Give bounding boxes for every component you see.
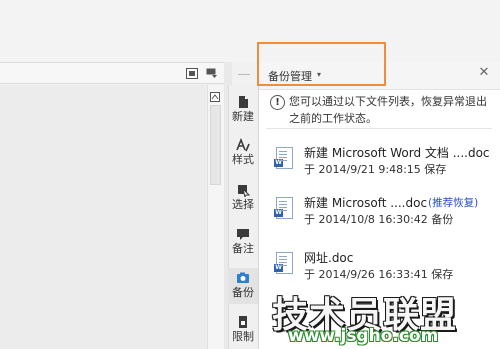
file-meta: 于 2014/10/8 16:30:42 备份 <box>304 213 454 226</box>
word-doc-icon: W <box>274 197 293 219</box>
file-name: 网址.doc <box>304 251 354 265</box>
tool-style[interactable]: 样式 <box>228 138 258 172</box>
tool-restrict[interactable]: 限制 <box>228 315 258 349</box>
word-doc-icon: W <box>274 147 293 169</box>
backup-icon <box>237 272 249 283</box>
view-icon[interactable] <box>186 68 198 79</box>
tool-new-label: 新建 <box>232 110 254 123</box>
ruler-icon[interactable] <box>210 92 220 102</box>
tool-restrict-label: 限制 <box>232 330 254 343</box>
pane-toggle-icon[interactable] <box>206 68 218 79</box>
tool-comment[interactable]: 备注 <box>228 227 258 261</box>
divider <box>266 128 492 129</box>
recommended-recover-link[interactable]: (推荐恢复) <box>428 195 478 210</box>
tool-backup[interactable]: 备份 <box>228 268 258 304</box>
tool-new[interactable]: 新建 <box>228 95 258 129</box>
word-doc-icon: W <box>274 252 293 274</box>
watermark-url-text: www.jsgho.com <box>288 326 439 346</box>
tool-comment-label: 备注 <box>232 242 254 255</box>
scrollbar-thumb[interactable] <box>210 105 221 185</box>
backup-file-item[interactable]: W 新建 Microsoft ....doc (推荐恢复) 于 2014/10/… <box>266 191 492 227</box>
restrict-icon <box>239 316 247 328</box>
new-doc-icon <box>239 96 248 108</box>
backup-file-item[interactable]: W 新建 Microsoft Word 文档 ....doc 于 2014/9/… <box>266 141 492 177</box>
backup-file-item[interactable]: W 网址.doc 于 2014/9/26 16:33:41 保存 <box>266 246 492 282</box>
recovery-message: 您可以通过以下文件列表，恢复异常退出之前的工作状态。 <box>289 95 487 125</box>
comment-icon <box>237 229 249 240</box>
info-icon: ! <box>270 95 285 110</box>
file-meta: 于 2014/9/26 16:33:41 保存 <box>304 268 454 281</box>
file-meta: 于 2014/9/21 9:48:15 保存 <box>304 163 447 176</box>
grip-icon <box>238 74 250 75</box>
document-area[interactable] <box>0 85 207 349</box>
close-icon[interactable]: ✕ <box>477 66 491 80</box>
tool-style-label: 样式 <box>232 153 254 166</box>
file-name: 新建 Microsoft ....doc <box>304 196 428 210</box>
ribbon-area <box>0 0 500 62</box>
select-icon <box>238 185 250 197</box>
highlight-box <box>257 42 386 86</box>
watermark-url: www.jsgho.com <box>288 326 438 346</box>
style-icon <box>236 138 250 152</box>
tool-select-label: 选择 <box>232 198 254 211</box>
tool-select[interactable]: 选择 <box>228 183 258 217</box>
tool-backup-label: 备份 <box>232 286 254 299</box>
file-name: 新建 Microsoft Word 文档 ....doc <box>304 146 490 160</box>
